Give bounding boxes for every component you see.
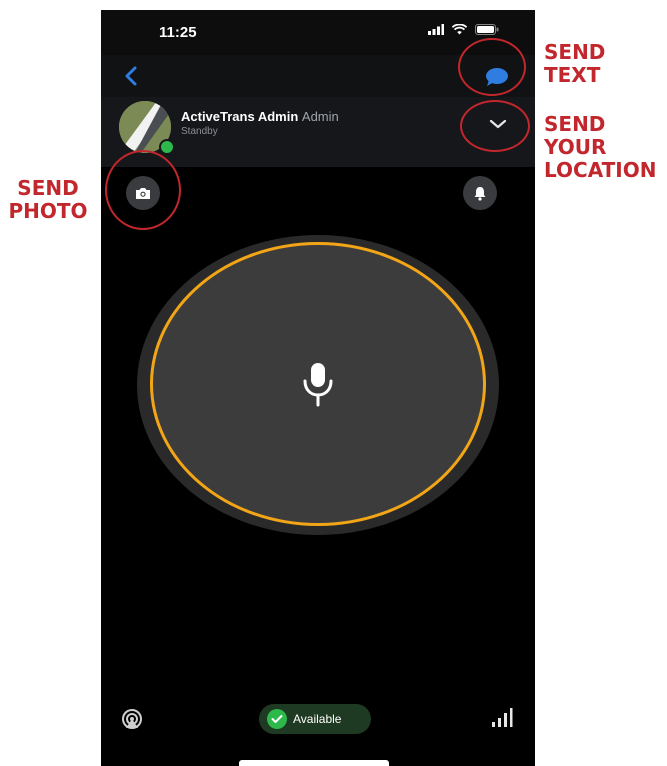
alert-button[interactable] [463,176,497,210]
bell-icon [474,186,486,201]
microphone-icon [303,363,333,407]
wifi-icon [452,24,467,35]
annotation-line: YOUR [544,135,607,159]
signal-bars-icon [492,708,513,727]
chevron-left-icon[interactable] [119,63,145,89]
annotation-send-location: SEND YOUR LOCATION [544,113,656,182]
contact-name: ActiveTrans Admin Admin [181,109,339,124]
broadcast-icon[interactable] [121,708,143,730]
contact-role: Admin [301,109,339,124]
contact-name-text: ActiveTrans Admin [181,109,299,124]
annotation-circle-text [458,38,526,96]
check-icon [267,709,287,729]
battery-icon [475,24,499,35]
availability-label: Available [293,712,342,726]
status-time: 11:25 [159,24,197,41]
annotation-line: PHOTO [8,199,88,223]
annotation-send-photo: SEND PHOTO [8,177,88,223]
status-icons [428,24,499,35]
presence-indicator [159,139,175,155]
annotation-circle-location [460,100,530,152]
annotation-line: SEND [544,40,606,64]
home-indicator [239,760,389,766]
signal-icon [428,24,444,35]
annotation-line: LOCATION [544,158,657,182]
annotation-line: TEXT [544,63,601,87]
annotation-circle-photo [105,150,181,230]
availability-pill[interactable]: Available [259,704,371,734]
annotation-line: SEND [17,176,79,200]
annotation-line: SEND [544,112,606,136]
contact-status: Standby [181,126,218,137]
annotation-send-text: SEND TEXT [544,41,605,87]
push-to-talk-button[interactable] [150,242,486,526]
